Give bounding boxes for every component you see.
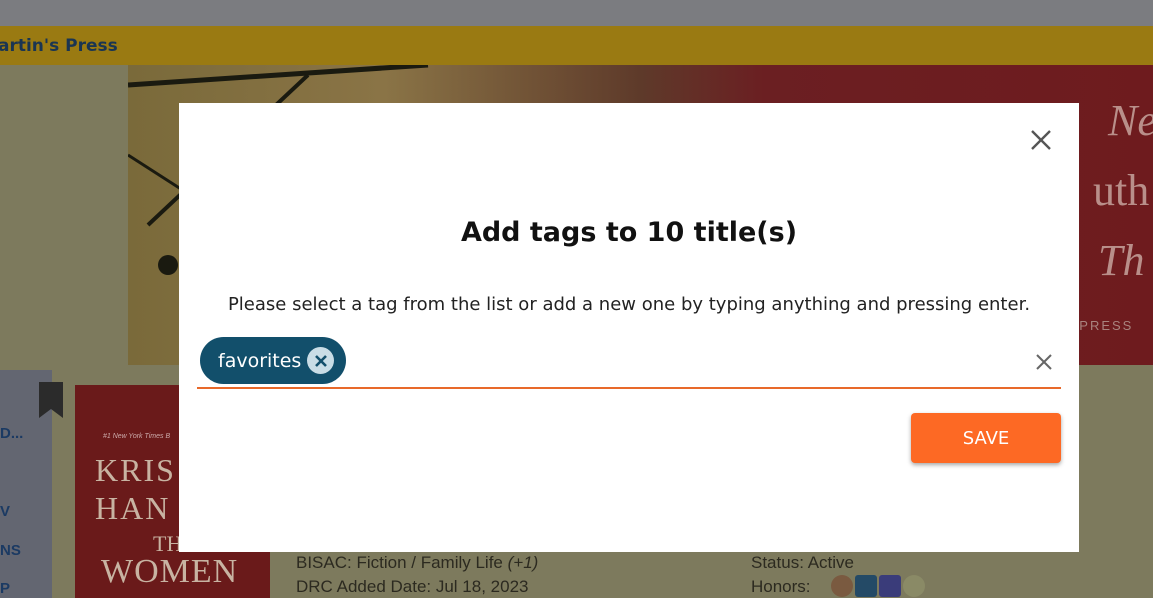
bisac-label: BISAC: Fiction / Family Life: [296, 553, 503, 572]
side-item-1[interactable]: D...: [0, 425, 23, 442]
close-icon[interactable]: [1028, 127, 1054, 153]
globe-honor-icon[interactable]: [903, 575, 925, 597]
next-honor-icon[interactable]: [831, 575, 853, 597]
bookmark-icon[interactable]: [37, 382, 65, 418]
bisac-line: BISAC: Fiction / Family Life (+1): [296, 553, 538, 573]
status-text: Status: Active: [751, 553, 854, 572]
honors-label: Honors:: [751, 577, 811, 596]
bp-honor-icon[interactable]: [879, 575, 901, 597]
clear-tags-icon[interactable]: [1035, 353, 1053, 371]
side-item-2[interactable]: V: [0, 503, 10, 520]
modal-title: Add tags to 10 title(s): [460, 217, 798, 248]
cover-author: KRIS HAN: [95, 451, 176, 527]
honors-icons: [831, 575, 925, 597]
tag-chip-favorites[interactable]: favorites: [200, 337, 346, 384]
remove-tag-x-icon: [314, 354, 327, 367]
banner-text-line1: Ne: [1108, 96, 1153, 145]
save-button[interactable]: SAVE: [911, 413, 1061, 463]
tag-text-field[interactable]: [357, 345, 1017, 379]
cover-title: WOMEN: [101, 553, 239, 590]
reading-honor-icon[interactable]: [855, 575, 877, 597]
side-item-4[interactable]: P: [0, 580, 10, 597]
drc-added-date: DRC Added Date: Jul 18, 2023: [296, 577, 529, 596]
tag-input[interactable]: favorites: [197, 335, 1061, 389]
bisac-extra[interactable]: (+1): [508, 553, 539, 572]
modal-instructions: Please select a tag from the list or add…: [227, 294, 1031, 315]
top-bar: [0, 0, 1153, 26]
cover-author-line1: KRIS: [95, 452, 176, 488]
add-tags-modal: Add tags to 10 title(s) Please select a …: [179, 103, 1079, 552]
tag-chip-label: favorites: [218, 349, 302, 372]
side-item-3[interactable]: NS: [0, 542, 21, 559]
publisher-bar: artin's Press: [0, 26, 1153, 65]
remove-tag-icon[interactable]: [307, 347, 334, 374]
banner-text-line3: Th: [1098, 236, 1145, 285]
cover-small-text: #1 New York Times B: [103, 433, 171, 440]
publisher-name[interactable]: artin's Press: [0, 36, 118, 56]
banner-text-line2: uth: [1093, 166, 1150, 215]
cover-author-line2: HAN: [95, 490, 171, 526]
